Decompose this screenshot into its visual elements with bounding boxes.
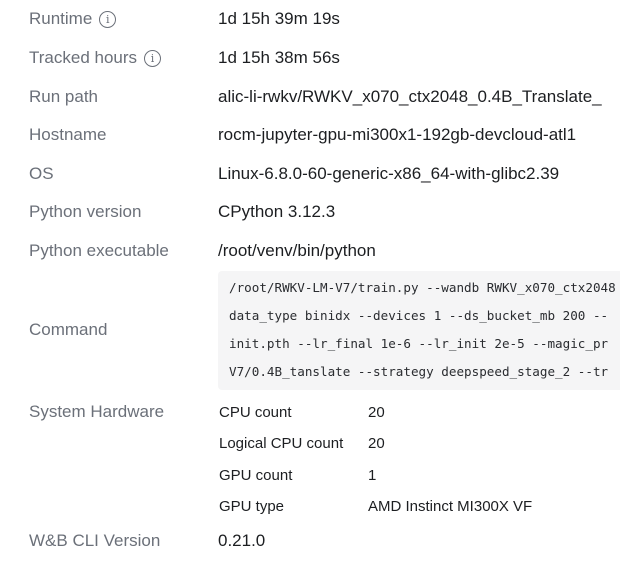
- hostname-label: Hostname: [29, 125, 107, 144]
- run-path-label: Run path: [29, 87, 98, 106]
- python-version-label: Python version: [29, 202, 142, 221]
- runtime-value: 1d 15h 39m 19s: [218, 9, 340, 28]
- info-icon[interactable]: i: [144, 49, 162, 67]
- system-hardware-label: System Hardware: [29, 402, 165, 421]
- hw-value: 20: [368, 404, 385, 421]
- cli-version-value: 0.21.0: [218, 531, 266, 550]
- hw-key: Logical CPU count: [219, 435, 344, 452]
- python-version-value: CPython 3.12.3: [218, 202, 336, 221]
- tracked-hours-value: 1d 15h 38m 56s: [218, 48, 340, 67]
- hw-value: 20: [368, 435, 385, 452]
- hostname-value: rocm-jupyter-gpu-mi300x1-192gb-devcloud-…: [218, 125, 577, 144]
- run-path-value[interactable]: alic-li-rwkv/RWKV_x070_ctx2048_0.4B_Tran…: [218, 87, 602, 107]
- command-line: /root/RWKV-LM-V7/train.py --wandb RWKV_x…: [229, 280, 616, 295]
- command-block[interactable]: /root/RWKV-LM-V7/train.py --wandb RWKV_x…: [218, 271, 620, 390]
- runtime-label: Runtime i: [29, 9, 117, 29]
- hw-key: GPU count: [219, 467, 293, 484]
- label-text: Tracked hours: [29, 48, 138, 67]
- command-line: init.pth --lr_final 1e-6 --lr_init 2e-5 …: [229, 336, 609, 351]
- os-value: Linux-6.8.0-60-generic-x86_64-with-glibc…: [218, 164, 560, 183]
- hw-key: CPU count: [219, 404, 292, 421]
- info-icon[interactable]: i: [99, 10, 117, 28]
- hw-value: AMD Instinct MI300X VF: [368, 498, 533, 515]
- command-label: Command: [29, 320, 108, 339]
- cli-version-label: W&B CLI Version: [29, 531, 161, 550]
- hw-key: GPU type: [219, 498, 285, 515]
- python-executable-value: /root/venv/bin/python: [218, 241, 376, 260]
- tracked-hours-label: Tracked hours i: [29, 48, 162, 68]
- label-text: Runtime: [29, 9, 93, 28]
- os-label: OS: [29, 164, 54, 183]
- command-line: data_type binidx --devices 1 --ds_bucket…: [229, 308, 609, 323]
- python-executable-label: Python executable: [29, 241, 169, 260]
- hw-value: 1: [368, 467, 377, 484]
- command-line: V7/0.4B_tanslate --strategy deepspeed_st…: [229, 364, 609, 379]
